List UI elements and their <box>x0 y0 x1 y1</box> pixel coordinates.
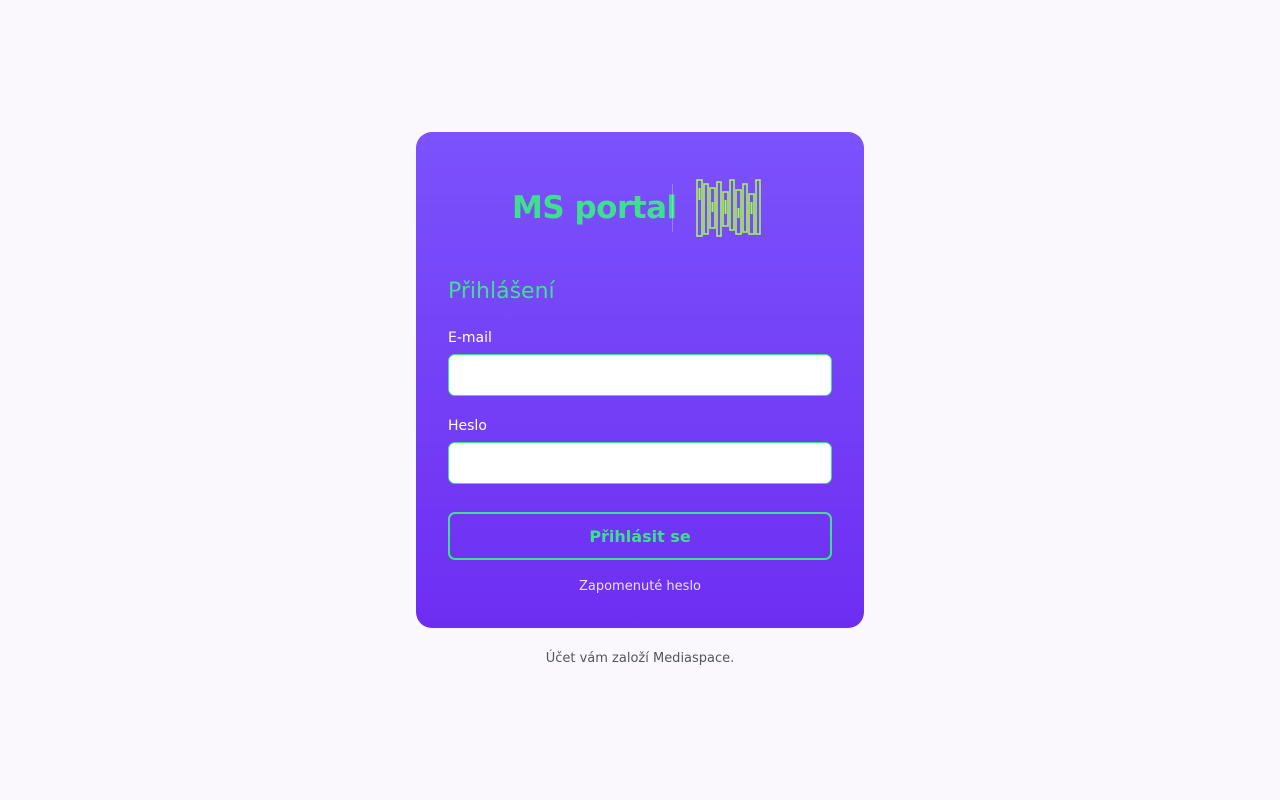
password-label: Heslo <box>448 418 487 434</box>
email-field[interactable] <box>448 354 832 396</box>
login-heading: Přihlášení <box>448 279 555 304</box>
forgot-password-link[interactable]: Zapomenuté heslo <box>416 578 864 596</box>
brand-divider <box>672 184 673 232</box>
email-label: E-mail <box>448 330 492 346</box>
login-button[interactable]: Přihlásit se <box>448 512 832 560</box>
brand-header: MS portal <box>416 178 864 238</box>
login-card: MS portal Přihlášení E-mail Heslo Přihlá… <box>416 132 864 628</box>
account-note: Účet vám založí Mediaspace. <box>545 651 735 666</box>
brand-title: MS portal <box>512 190 677 226</box>
password-field[interactable] <box>448 442 832 484</box>
mediaspace-logo-icon <box>696 179 761 237</box>
